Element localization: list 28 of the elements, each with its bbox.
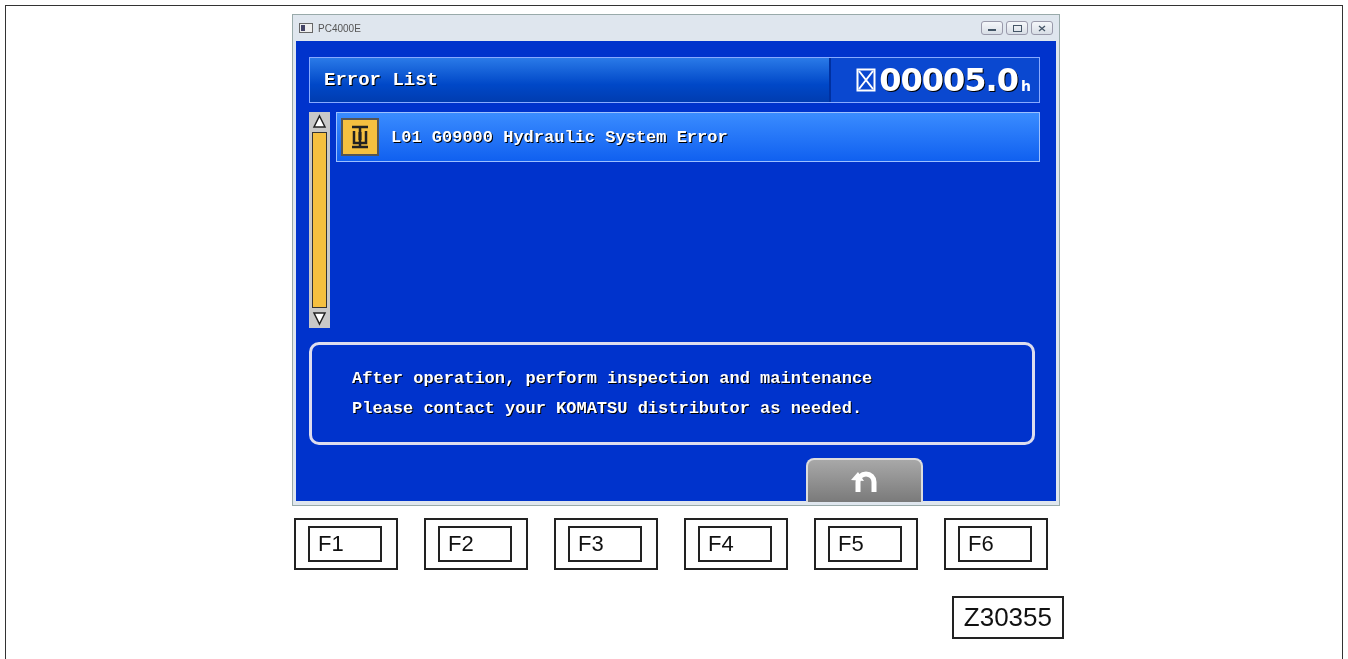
scroll-down-icon[interactable] [312, 311, 327, 326]
return-button[interactable] [806, 458, 923, 502]
error-row[interactable]: L01 G09000 Hydraulic System Error [336, 112, 1040, 162]
function-key[interactable]: F5 [814, 518, 918, 570]
function-key[interactable]: F3 [554, 518, 658, 570]
screen-title: Error List [310, 58, 831, 102]
scroll-thumb[interactable] [312, 132, 327, 308]
scroll-up-icon[interactable] [312, 114, 327, 129]
scrollbar[interactable] [309, 112, 330, 328]
maximize-button[interactable] [1006, 21, 1028, 35]
function-key[interactable]: F4 [684, 518, 788, 570]
window-title: PC4000E [318, 22, 362, 34]
app-icon [299, 23, 313, 33]
close-button[interactable] [1031, 21, 1053, 35]
maximize-icon [1012, 24, 1022, 32]
close-icon [1038, 24, 1046, 32]
figure-id: Z30355 [951, 596, 1064, 639]
function-key[interactable]: F6 [944, 518, 1048, 570]
minimize-button[interactable] [981, 21, 1003, 35]
message-line: After operation, perform inspection and maintenance [352, 367, 874, 390]
error-text: L01 G09000 Hydraulic System Error [391, 127, 728, 147]
hourglass-icon [856, 68, 877, 92]
hour-meter-value: 00005.0 [879, 61, 1019, 99]
message-line: Please contact your KOMATSU distributor as needed. [352, 397, 864, 420]
hydraulic-warning-icon [341, 118, 379, 156]
function-key[interactable]: F1 [294, 518, 398, 570]
function-key[interactable]: F2 [424, 518, 528, 570]
hour-unit: h [1021, 78, 1031, 94]
